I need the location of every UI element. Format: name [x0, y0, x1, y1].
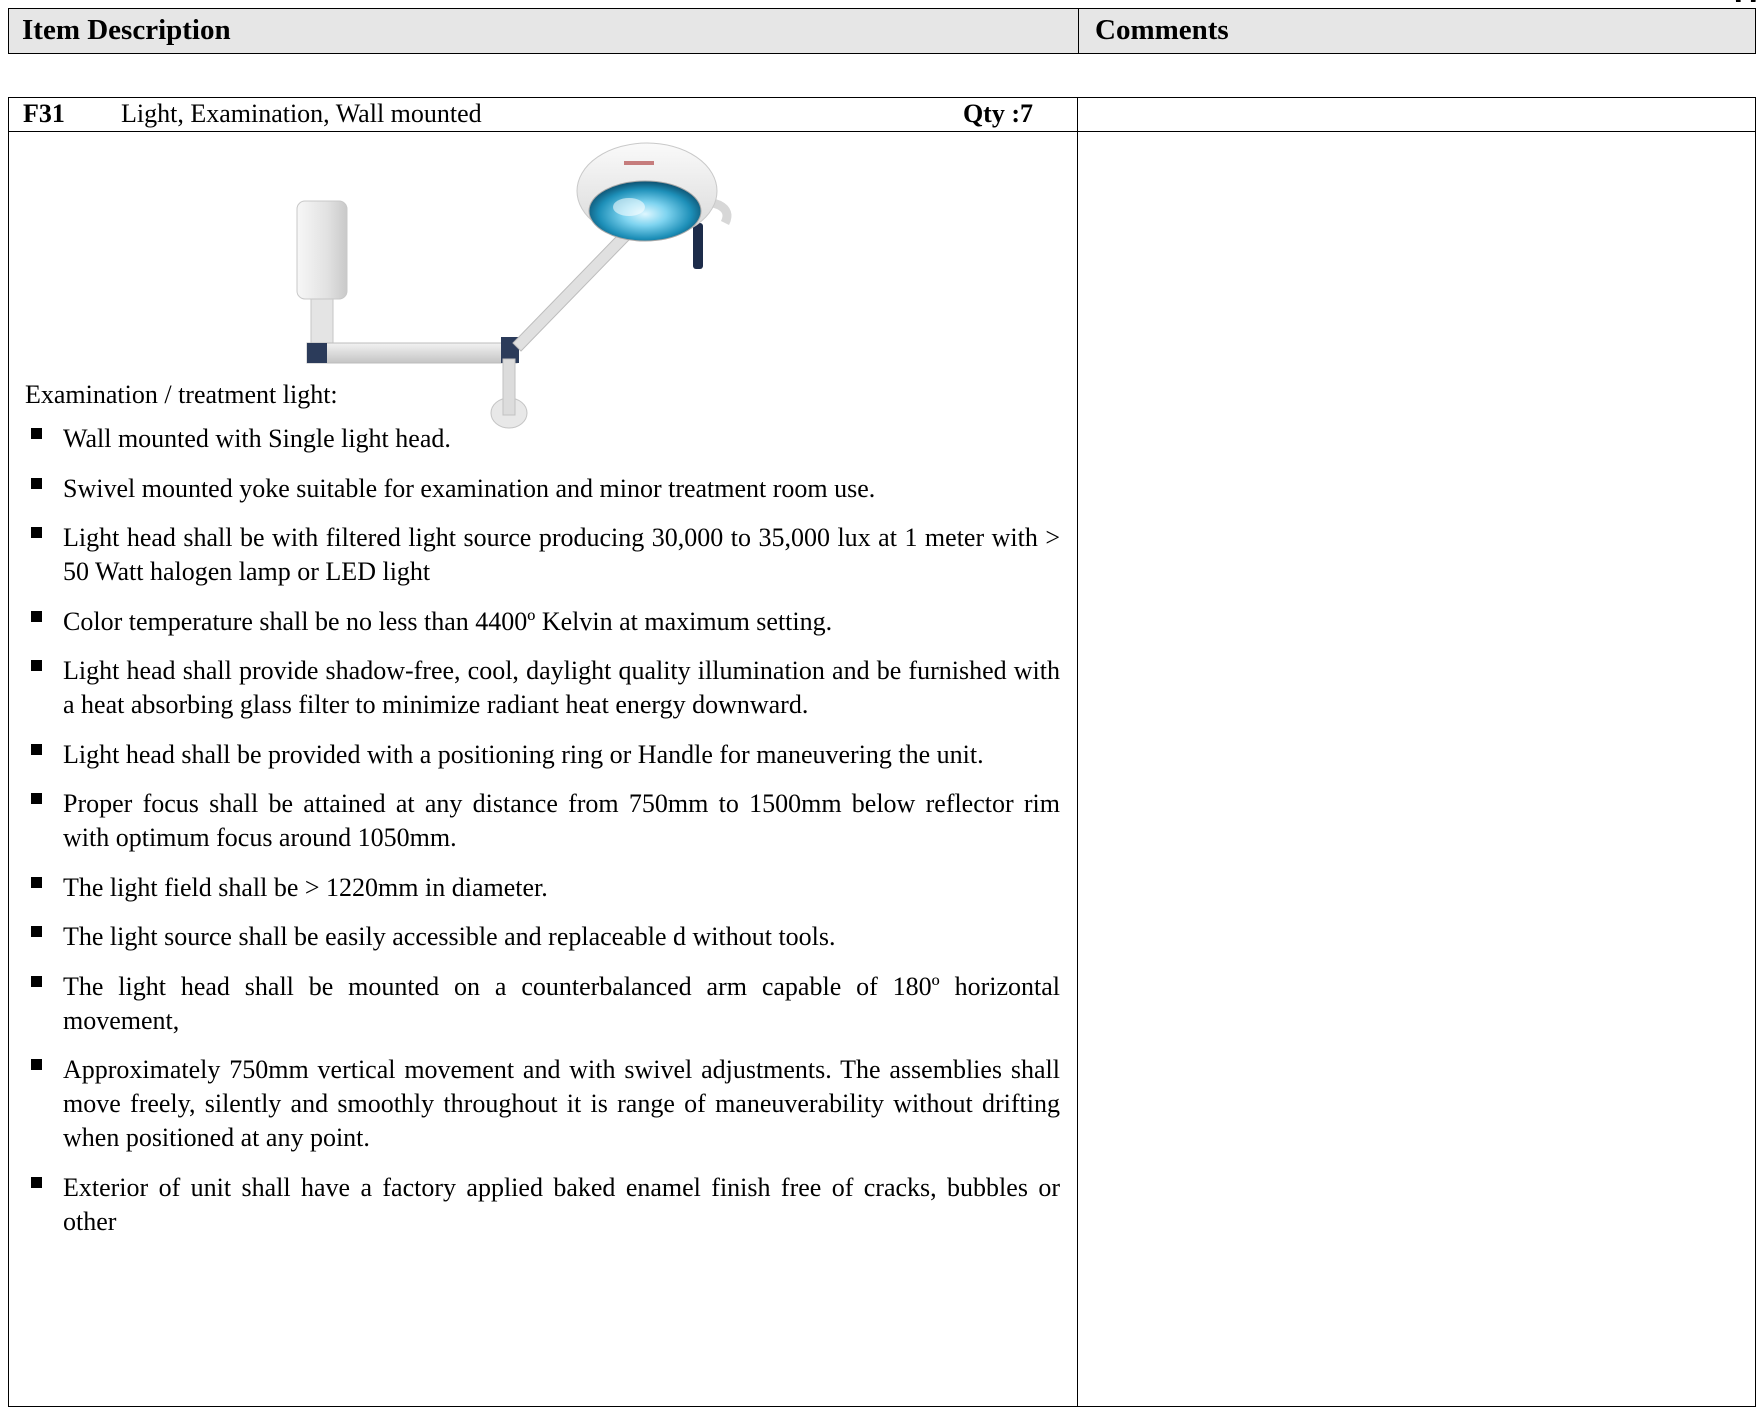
item-title-row: F31 Light, Examination, Wall mounted Qty… — [9, 98, 1077, 131]
spec-text: Light head shall be with filtered light … — [63, 523, 1060, 586]
spec-text: The light field shall be > 1220mm in dia… — [63, 872, 548, 902]
square-bullet-icon — [31, 527, 42, 538]
spec-item: Light head shall be provided with a posi… — [9, 738, 1077, 772]
square-bullet-icon — [31, 926, 42, 937]
spec-text: Swivel mounted yoke suitable for examina… — [63, 473, 876, 503]
spec-item: Exterior of unit shall have a factory ap… — [9, 1171, 1077, 1239]
spec-text: Color temperature shall be no less than … — [63, 606, 833, 636]
square-bullet-icon — [31, 975, 42, 987]
square-bullet-icon — [31, 1059, 42, 1070]
square-bullet-icon — [31, 428, 42, 439]
spec-text: Light head shall be provided with a posi… — [63, 739, 984, 769]
item-quantity: Qty :7 — [962, 99, 1033, 128]
spec-text: Proper focus shall be attained at any di… — [63, 789, 1060, 852]
square-bullet-icon — [31, 1176, 42, 1188]
spec-item: Proper focus shall be attained at any di… — [9, 787, 1077, 855]
column-header-comments: Comments — [1095, 14, 1229, 46]
spec-item: Swivel mounted yoke suitable for examina… — [9, 472, 1077, 506]
item-intro-text: Examination / treatment light: — [25, 380, 338, 409]
column-header-item-description: Item Description — [9, 9, 1079, 53]
spec-text: The light head shall be mounted on a cou… — [63, 971, 1060, 1035]
spec-item: Light head shall be with filtered light … — [9, 521, 1077, 589]
item-spec-table: F31 Light, Examination, Wall mounted Qty… — [8, 97, 1756, 1407]
header-table: Item Description Comments Q — [8, 0, 1756, 54]
spec-item: Color temperature shall be no less than … — [9, 605, 1077, 639]
spec-text: Exterior of unit shall have a factory ap… — [63, 1172, 1060, 1236]
comments-cell[interactable] — [1079, 133, 1755, 1406]
square-bullet-icon — [31, 477, 42, 489]
square-bullet-icon — [31, 610, 42, 622]
spec-text: The light source shall be easily accessi… — [63, 922, 836, 951]
square-bullet-icon — [31, 793, 42, 804]
spec-list: Wall mounted with Single light head. Swi… — [9, 422, 1077, 1254]
square-bullet-icon — [31, 876, 42, 888]
spec-item: The light source shall be easily accessi… — [9, 920, 1077, 954]
spec-item: Light head shall provide shadow-free, co… — [9, 654, 1077, 722]
column-divider — [1077, 98, 1078, 1406]
item-name: Light, Examination, Wall mounted — [121, 99, 482, 128]
square-bullet-icon — [31, 743, 42, 755]
spec-item: Approximately 750mm vertical movement an… — [9, 1053, 1077, 1155]
spec-text: Approximately 750mm vertical movement an… — [63, 1055, 1060, 1152]
spec-item: The light head shall be mounted on a cou… — [9, 970, 1077, 1038]
spec-text: Wall mounted with Single light head. — [63, 424, 451, 453]
spec-text: Light head shall provide shadow-free, co… — [63, 656, 1060, 719]
spec-item: The light field shall be > 1220mm in dia… — [9, 871, 1077, 905]
item-code: F31 — [23, 99, 65, 128]
square-bullet-icon — [31, 660, 42, 671]
spec-item: Wall mounted with Single light head. — [9, 422, 1077, 456]
